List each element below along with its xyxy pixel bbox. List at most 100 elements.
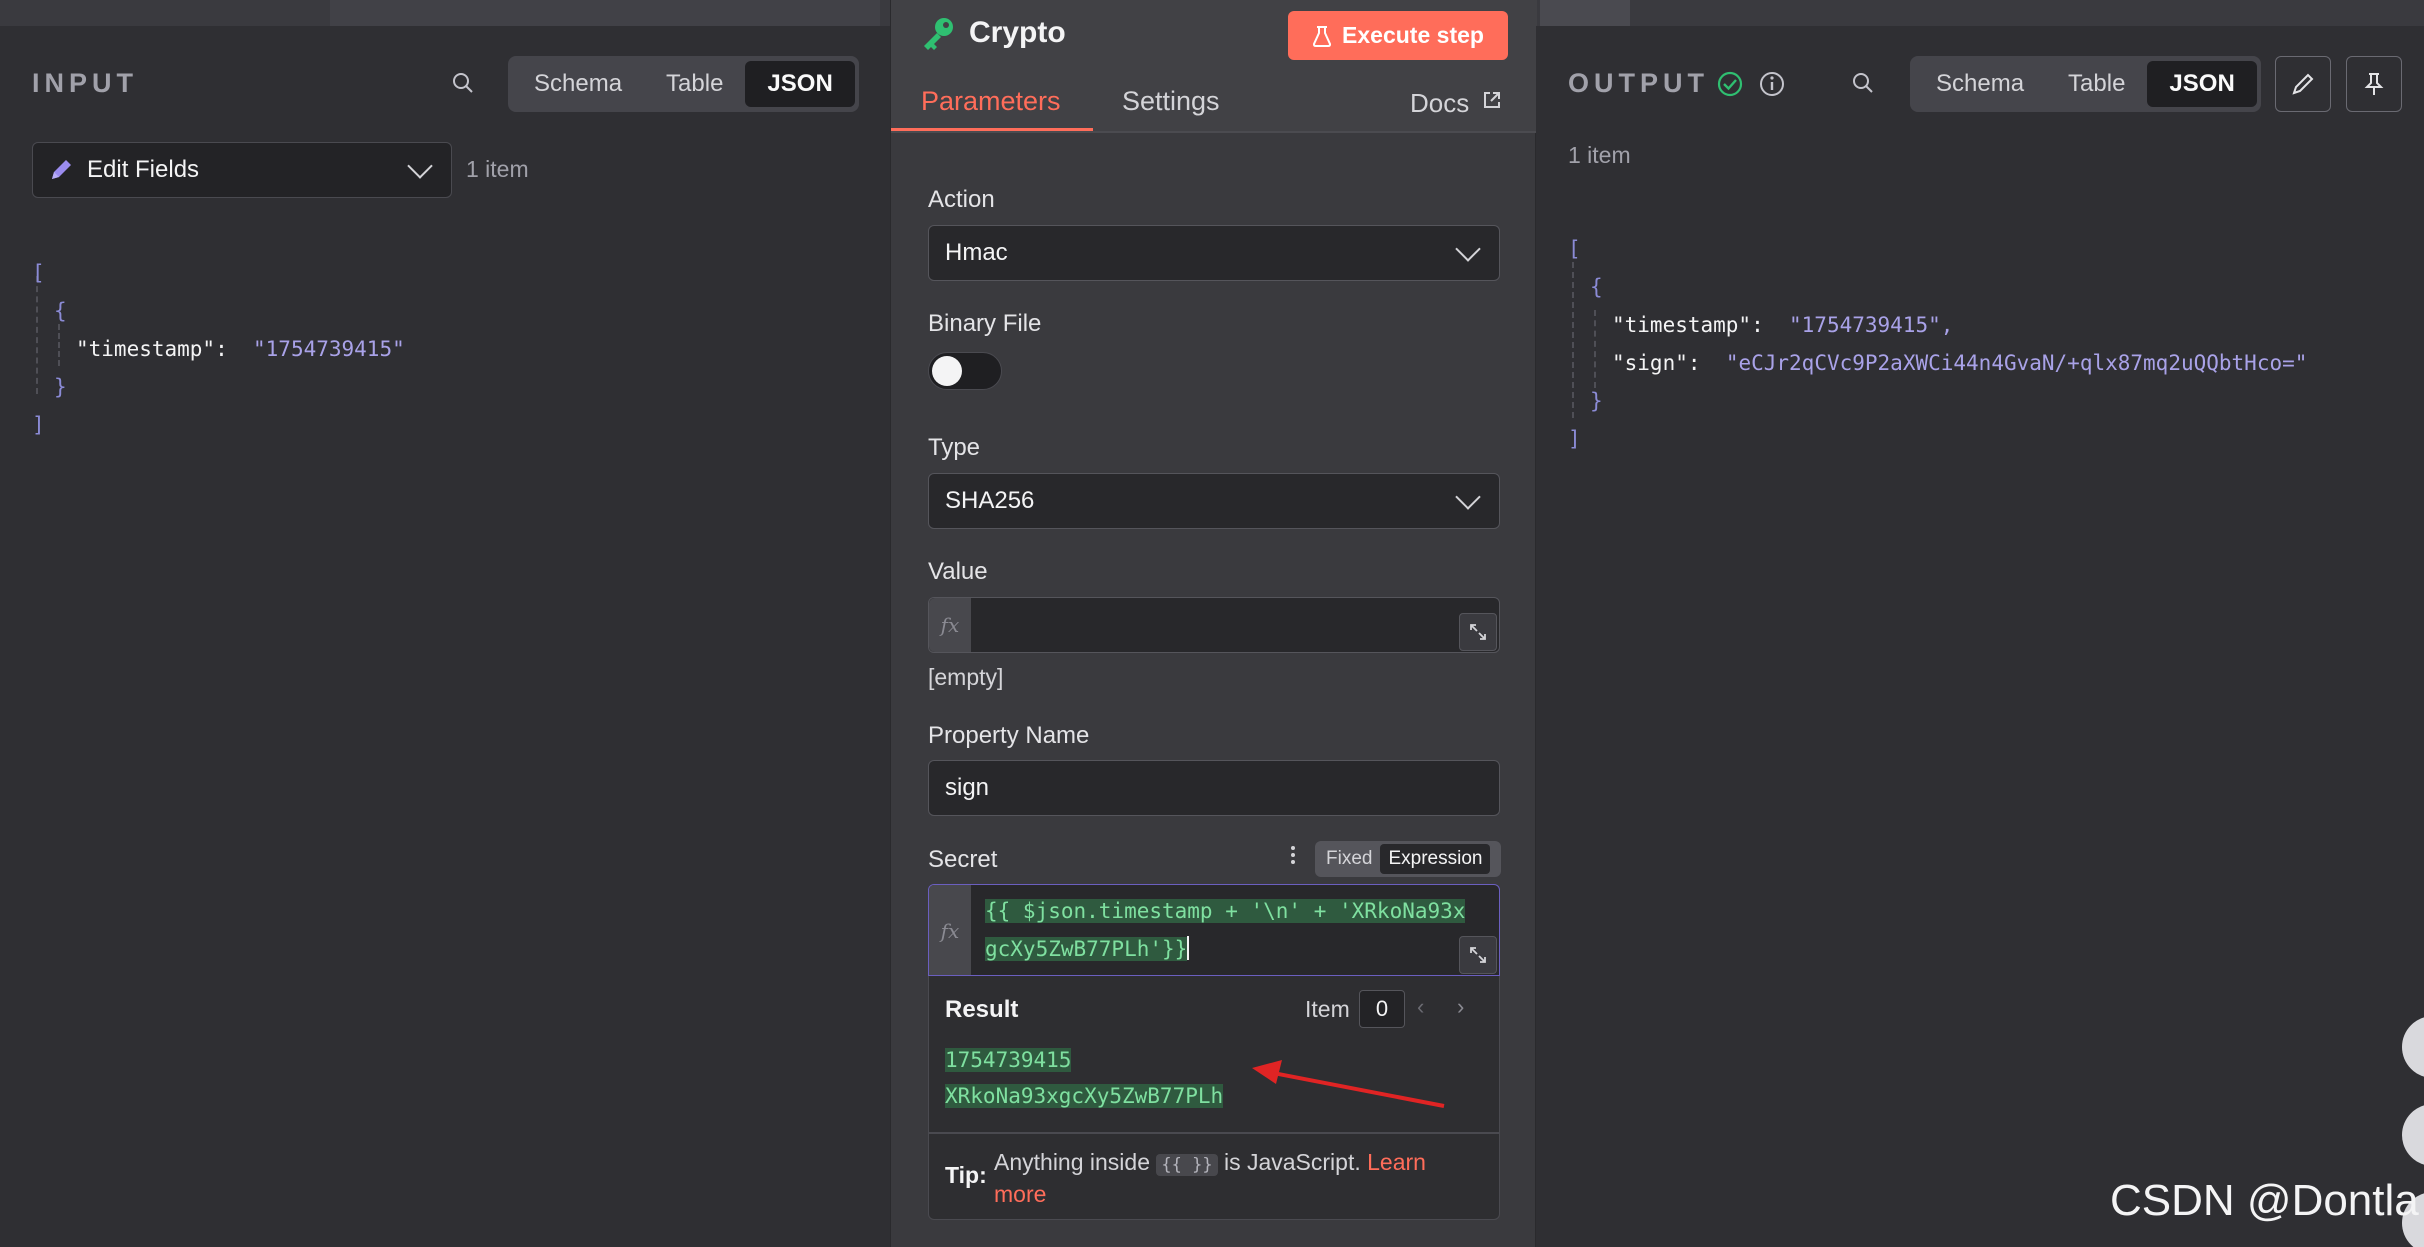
docs-link[interactable]: Docs <box>1410 88 1502 119</box>
execute-step-label: Execute step <box>1342 22 1484 48</box>
value-expression-input[interactable]: fx <box>928 597 1500 653</box>
input-view-table[interactable]: Table <box>644 61 745 107</box>
pin-data-button[interactable] <box>2346 56 2402 112</box>
secret-line-1: {{ $json.timestamp + '\n' + 'XRkoNa93x <box>985 899 1466 923</box>
options-menu-icon[interactable] <box>1289 843 1297 867</box>
chevron-down-icon <box>1455 236 1481 262</box>
input-item-count: 1 item <box>466 156 529 182</box>
json-bracket: [ <box>1568 237 1581 261</box>
item-index-input[interactable]: 0 <box>1359 990 1405 1028</box>
json-brace: { <box>1590 275 1603 299</box>
type-label: Type <box>928 434 981 461</box>
chevron-down-icon <box>407 153 433 179</box>
json-bracket: ] <box>1568 427 1581 451</box>
output-view-table[interactable]: Table <box>2046 61 2147 107</box>
floating-side-button[interactable] <box>2402 1104 2424 1166</box>
output-search-icon[interactable] <box>1848 68 1878 98</box>
tab-settings[interactable]: Settings <box>1122 86 1220 117</box>
fx-badge: fx <box>929 598 971 652</box>
output-view-json[interactable]: JSON <box>2147 61 2257 107</box>
execute-step-button[interactable]: Execute step <box>1288 11 1508 60</box>
pencil-icon <box>2292 73 2314 95</box>
input-search-icon[interactable] <box>448 68 478 98</box>
pin-icon <box>2364 73 2384 95</box>
output-item-count: 1 item <box>1568 142 1631 168</box>
secret-expression-text: {{ $json.timestamp + '\n' + 'XRkoNa93x g… <box>985 892 1466 968</box>
fx-badge: fx <box>929 885 971 975</box>
tip-text: Anything inside {{ }} is JavaScript. Lea… <box>994 1148 1484 1209</box>
secret-line-2: gcXy5ZwB77PLh'}} <box>985 937 1188 961</box>
binary-file-toggle[interactable] <box>928 352 1002 390</box>
tabs-divider <box>891 131 1537 133</box>
tip-text-1: Anything inside <box>994 1149 1150 1175</box>
mode-fixed[interactable]: Fixed <box>1318 848 1380 870</box>
json-key: "timestamp": <box>1612 313 1764 337</box>
output-title: OUTPUT <box>1568 68 1709 98</box>
mode-switch: Fixed Expression <box>1315 841 1501 877</box>
prev-item-icon[interactable]: ‹ <box>1417 994 1424 1020</box>
json-key: "timestamp": <box>76 337 228 361</box>
property-name-label: Property Name <box>928 722 1090 749</box>
tip-box: Tip: Anything inside {{ }} is JavaScript… <box>928 1133 1500 1220</box>
input-title: INPUT <box>32 68 138 98</box>
value-label: Value <box>928 558 988 585</box>
success-check-icon <box>1717 71 1743 97</box>
output-json-view: [ { "timestamp": "1754739415", "sign": "… <box>1568 230 2307 458</box>
secret-label: Secret <box>928 846 998 873</box>
input-view-json[interactable]: JSON <box>745 61 855 107</box>
learn-more-link-word-1: Learn <box>1367 1149 1426 1175</box>
text-cursor <box>1187 936 1190 960</box>
top-strip-segment <box>330 0 880 26</box>
toggle-knob <box>932 356 962 386</box>
docs-label: Docs <box>1410 88 1470 118</box>
tip-code: {{ }} <box>1156 1154 1218 1176</box>
input-node-select[interactable]: Edit Fields <box>32 142 452 198</box>
expand-editor-icon[interactable] <box>1459 936 1497 974</box>
tip-label: Tip: <box>945 1162 987 1188</box>
result-line-2: XRkoNa93xgcXy5ZwB77PLh <box>945 1084 1224 1108</box>
json-brace: } <box>1590 389 1603 413</box>
floating-side-button[interactable] <box>2402 1016 2424 1078</box>
next-item-icon[interactable]: › <box>1457 994 1464 1020</box>
input-panel: INPUT Schema Table JSON Edit Fields 1 it… <box>0 26 890 1247</box>
result-output: 1754739415 XRkoNa93xgcXy5ZwB77PLh <box>945 1042 1224 1114</box>
input-view-schema[interactable]: Schema <box>512 61 644 107</box>
expand-editor-icon[interactable] <box>1459 613 1497 651</box>
result-label: Result <box>945 996 1019 1023</box>
mode-expression[interactable]: Expression <box>1380 844 1491 874</box>
json-brace: { <box>54 299 67 323</box>
node-header: Crypto Execute step Parameters Settings … <box>891 0 1537 133</box>
flask-icon <box>1312 25 1332 47</box>
type-value: SHA256 <box>945 487 1035 514</box>
pencil-icon <box>52 160 71 179</box>
item-label: Item <box>1305 996 1350 1022</box>
input-node-select-label: Edit Fields <box>87 156 200 183</box>
property-name-value: sign <box>945 774 990 801</box>
result-line-1: 1754739415 <box>945 1048 1072 1072</box>
tab-parameters[interactable]: Parameters <box>921 86 1061 117</box>
value-empty-hint: [empty] <box>928 664 1004 690</box>
info-icon[interactable] <box>1758 70 1786 98</box>
key-icon <box>924 18 953 50</box>
output-view-schema[interactable]: Schema <box>1914 61 2046 107</box>
external-link-icon <box>1484 92 1501 108</box>
json-value: "eCJr2qCVc9P2aXWCi44n4GvaN/+qlx87mq2uQQb… <box>1725 351 2308 375</box>
type-select[interactable]: SHA256 <box>928 473 1500 529</box>
watermark: CSDN @Dontla <box>2110 1176 2419 1225</box>
json-value: "1754739415" <box>253 337 405 361</box>
input-json-view: [ { "timestamp": "1754739415" } ] <box>32 254 405 444</box>
output-panel: OUTPUT Schema Table JSON 1 item [ { "tim… <box>1536 26 2424 1247</box>
json-value: "1754739415", <box>1789 313 1954 337</box>
secret-expression-editor[interactable]: fx {{ $json.timestamp + '\n' + 'XRkoNa93… <box>928 884 1500 976</box>
edit-output-button[interactable] <box>2275 56 2331 112</box>
binary-file-label: Binary File <box>928 310 1042 337</box>
action-select[interactable]: Hmac <box>928 225 1500 281</box>
output-view-switch: Schema Table JSON <box>1910 56 2261 112</box>
property-name-input[interactable]: sign <box>928 760 1500 816</box>
annotation-arrow <box>1252 1060 1445 1108</box>
action-label: Action <box>928 186 995 213</box>
input-view-switch: Schema Table JSON <box>508 56 859 112</box>
chevron-down-icon <box>1455 484 1481 510</box>
json-brace: } <box>54 375 67 399</box>
top-strip-segment <box>1540 0 1630 26</box>
